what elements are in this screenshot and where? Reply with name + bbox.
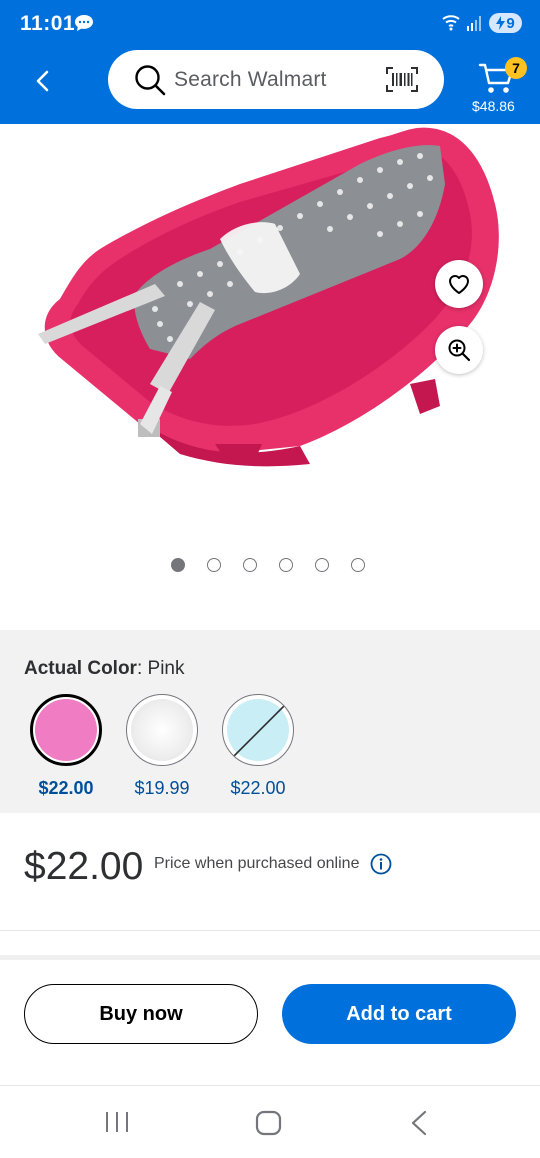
product-price: $22.00 bbox=[24, 845, 144, 888]
color-label-title: Actual Color bbox=[24, 658, 137, 679]
carousel-dot[interactable] bbox=[171, 558, 185, 572]
image-carousel-dots bbox=[171, 558, 365, 572]
price-note: Price when purchased online bbox=[154, 855, 360, 872]
color-swatch-white[interactable] bbox=[126, 694, 198, 766]
carousel-dot[interactable] bbox=[315, 558, 329, 572]
unavailable-slash-icon bbox=[230, 702, 288, 760]
price-section: $22.00 Price when purchased online bbox=[0, 813, 540, 931]
chevron-left-icon bbox=[36, 70, 49, 92]
color-swatch-light-blue[interactable] bbox=[222, 694, 294, 766]
system-back-icon[interactable] bbox=[408, 1110, 430, 1141]
heart-icon bbox=[449, 275, 469, 294]
charging-bolt-icon bbox=[496, 16, 506, 30]
wifi-icon bbox=[441, 13, 463, 36]
info-icon[interactable] bbox=[370, 853, 392, 880]
message-notification-icon bbox=[74, 14, 94, 32]
swatch-color bbox=[35, 699, 97, 761]
status-time: 11:01 bbox=[20, 12, 76, 35]
carousel-dot[interactable] bbox=[243, 558, 257, 572]
swatch-price-pink: $22.00 bbox=[38, 778, 94, 798]
carousel-dot[interactable] bbox=[351, 558, 365, 572]
swatch-color bbox=[131, 699, 193, 761]
search-icon bbox=[134, 64, 166, 101]
color-label: Actual Color: Pink bbox=[24, 658, 184, 680]
swatch-price-white: $19.99 bbox=[134, 778, 190, 798]
search-bar[interactable]: Search Walmart bbox=[108, 50, 444, 109]
buy-now-button[interactable]: Buy now bbox=[24, 984, 258, 1044]
add-to-cart-button[interactable]: Add to cart bbox=[282, 984, 516, 1044]
back-button[interactable] bbox=[28, 64, 58, 98]
cart-total: $48.86 bbox=[472, 98, 515, 114]
barcode-scan-icon[interactable] bbox=[385, 66, 419, 93]
recent-apps-icon[interactable] bbox=[103, 1110, 131, 1139]
signal-icon bbox=[466, 14, 484, 37]
carousel-dot[interactable] bbox=[207, 558, 221, 572]
carousel-dot[interactable] bbox=[279, 558, 293, 572]
system-nav-bar bbox=[0, 1088, 540, 1158]
purchase-actions: Buy now Add to cart bbox=[0, 960, 540, 1086]
color-variant-section: Actual Color: Pink $22.00 $19.99 $22.00 bbox=[0, 630, 540, 813]
zoom-button[interactable] bbox=[435, 326, 483, 374]
color-label-separator: : bbox=[136, 658, 148, 679]
app-header: 11:01 9 Search Walmart 7 $48.86 bbox=[0, 0, 540, 124]
status-bar: 11:01 9 bbox=[0, 0, 540, 48]
home-icon[interactable] bbox=[255, 1110, 283, 1141]
product-image-gallery[interactable] bbox=[0, 124, 540, 630]
battery-indicator: 9 bbox=[489, 13, 522, 33]
battery-level: 9 bbox=[506, 14, 515, 32]
swatch-price-light-blue: $22.00 bbox=[230, 778, 286, 798]
zoom-in-icon bbox=[448, 339, 471, 362]
color-selected-value: Pink bbox=[147, 658, 185, 679]
product-image bbox=[38, 127, 499, 467]
search-input[interactable]: Search Walmart bbox=[174, 68, 327, 92]
color-swatch-pink[interactable] bbox=[30, 694, 102, 766]
favorite-button[interactable] bbox=[435, 260, 483, 308]
cart-count-badge: 7 bbox=[505, 57, 527, 79]
